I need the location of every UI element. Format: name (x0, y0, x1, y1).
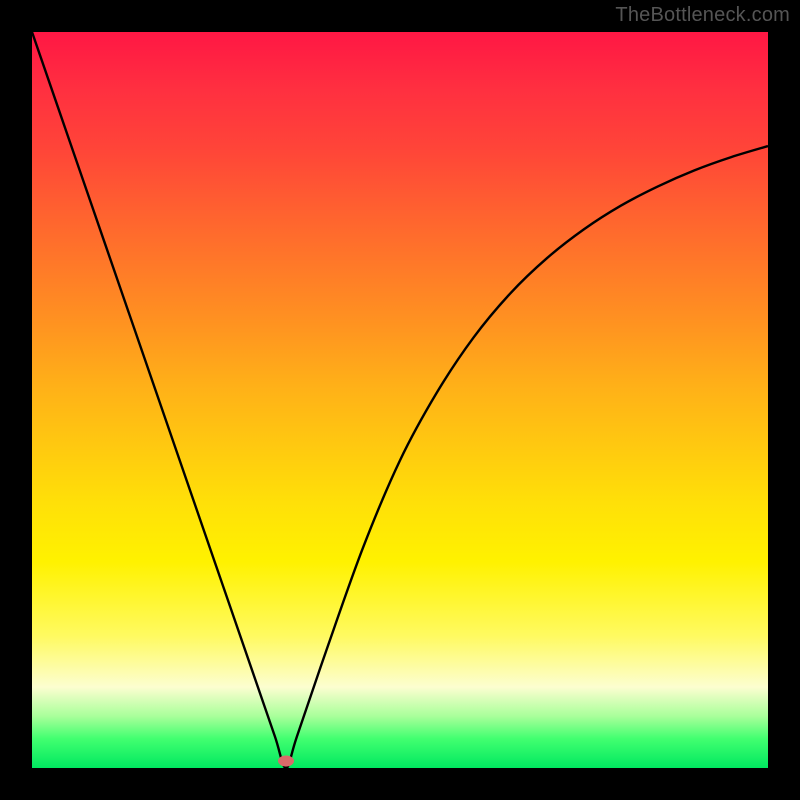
minimum-marker (278, 755, 294, 766)
chart-area (32, 32, 768, 768)
attribution-text: TheBottleneck.com (615, 4, 790, 27)
bottleneck-curve (32, 32, 768, 768)
